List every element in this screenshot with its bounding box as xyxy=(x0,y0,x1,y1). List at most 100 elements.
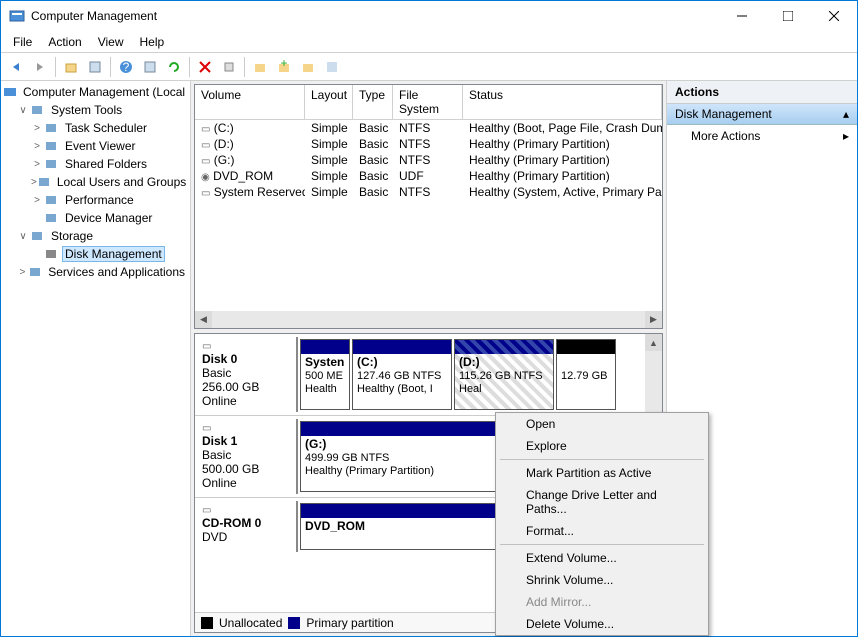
tree-item[interactable]: ∨ Storage xyxy=(3,227,188,245)
disk-icon: ▭ xyxy=(202,423,292,434)
menu-action[interactable]: Action xyxy=(40,33,89,51)
tree-label: System Tools xyxy=(48,103,125,117)
expand-icon[interactable]: > xyxy=(17,267,28,278)
tree-label: Local Users and Groups xyxy=(54,175,189,189)
context-item[interactable]: Delete Volume... xyxy=(496,613,708,635)
tree-label: Performance xyxy=(62,193,137,207)
partition-body: 12.79 GB xyxy=(557,354,615,385)
partition-header xyxy=(455,340,553,354)
menubar: File Action View Help xyxy=(1,31,857,53)
volume-row[interactable]: ▭ System ReservedSimpleBasicNTFSHealthy … xyxy=(195,184,662,200)
context-item[interactable]: Change Drive Letter and Paths... xyxy=(496,484,708,520)
disk-icon: ▭ xyxy=(202,341,292,352)
svg-text:+: + xyxy=(280,60,287,70)
navigation-tree[interactable]: Computer Management (Local ∨ System Tools… xyxy=(1,81,191,636)
expand-icon[interactable]: > xyxy=(31,159,43,170)
tree-item[interactable]: > Performance xyxy=(3,191,188,209)
context-item[interactable]: Open xyxy=(496,413,708,435)
maximize-button[interactable] xyxy=(765,1,811,31)
partition[interactable]: (D:)115.26 GB NTFSHeal xyxy=(454,339,554,410)
tree-item[interactable]: ∨ System Tools xyxy=(3,101,188,119)
tree-label: Task Scheduler xyxy=(62,121,150,135)
context-item: Add Mirror... xyxy=(496,591,708,613)
forward-button[interactable] xyxy=(29,56,51,78)
tree-item[interactable]: Disk Management xyxy=(3,245,188,263)
context-menu[interactable]: OpenExplore Mark Partition as ActiveChang… xyxy=(495,412,709,636)
partition[interactable]: 12.79 GB xyxy=(556,339,616,410)
action3-icon[interactable] xyxy=(297,56,319,78)
menu-view[interactable]: View xyxy=(90,33,132,51)
context-item[interactable]: Format... xyxy=(496,520,708,542)
volume-hscroll[interactable]: ◀▶ xyxy=(195,311,662,328)
action1-icon[interactable] xyxy=(249,56,271,78)
menu-help[interactable]: Help xyxy=(132,33,173,51)
volume-row[interactable]: ▭ (C:)SimpleBasicNTFSHealthy (Boot, Page… xyxy=(195,120,662,136)
tree-item[interactable]: >Event Viewer xyxy=(3,137,188,155)
partition[interactable]: (C:)127.46 GB NTFSHealthy (Boot, I xyxy=(352,339,452,410)
col-layout[interactable]: Layout xyxy=(305,85,353,119)
context-item[interactable]: Mark Partition as Active xyxy=(496,462,708,484)
more-actions[interactable]: More Actions ▸ xyxy=(667,125,857,147)
up-icon[interactable] xyxy=(60,56,82,78)
legend-unallocated-swatch xyxy=(201,617,213,629)
expand-icon[interactable]: ∨ xyxy=(17,231,29,242)
context-item[interactable]: Extend Volume... xyxy=(496,547,708,569)
tree-item[interactable]: > Services and Applications xyxy=(3,263,188,281)
back-button[interactable] xyxy=(5,56,27,78)
delete-icon[interactable] xyxy=(194,56,216,78)
expand-icon[interactable]: > xyxy=(31,195,43,206)
tree-root[interactable]: Computer Management (Local xyxy=(20,85,188,99)
drive-icon: ▭ xyxy=(201,140,210,151)
disk-info: ▭Disk 0Basic256.00 GBOnline xyxy=(198,337,298,412)
node-icon xyxy=(29,228,45,244)
partition[interactable]: Systen500 MEHealth xyxy=(300,339,350,410)
expand-icon[interactable]: > xyxy=(31,141,43,152)
volume-row[interactable]: ▭ (G:)SimpleBasicNTFSHealthy (Primary Pa… xyxy=(195,152,662,168)
tree-label: Services and Applications xyxy=(45,265,188,279)
tree-item[interactable]: >Local Users and Groups xyxy=(3,173,188,191)
disk-row[interactable]: ▭Disk 0Basic256.00 GBOnlineSysten500 MEH… xyxy=(195,334,645,416)
partition-header xyxy=(557,340,615,354)
volume-header[interactable]: Volume Layout Type File System Status xyxy=(195,85,662,120)
view-icon[interactable] xyxy=(139,56,161,78)
menu-file[interactable]: File xyxy=(5,33,40,51)
partition-body: (D:)115.26 GB NTFSHeal xyxy=(455,354,553,398)
drive-icon: ▭ xyxy=(201,124,210,135)
disk-info: ▭CD-ROM 0DVD xyxy=(198,501,298,552)
context-item[interactable]: Explore xyxy=(496,435,708,457)
minimize-button[interactable] xyxy=(719,1,765,31)
col-volume[interactable]: Volume xyxy=(195,85,305,119)
partition-body: (C:)127.46 GB NTFSHealthy (Boot, I xyxy=(353,354,451,398)
volume-row[interactable]: ◉ DVD_ROMSimpleBasicUDFHealthy (Primary … xyxy=(195,168,662,184)
action2-icon[interactable]: + xyxy=(273,56,295,78)
properties-icon[interactable] xyxy=(84,56,106,78)
col-type[interactable]: Type xyxy=(353,85,393,119)
tree-item[interactable]: Device Manager xyxy=(3,209,188,227)
partition-body: Systen500 MEHealth xyxy=(301,354,349,398)
volume-list[interactable]: Volume Layout Type File System Status ▭ … xyxy=(194,84,663,329)
refresh-icon[interactable] xyxy=(163,56,185,78)
context-separator xyxy=(500,544,704,545)
legend-unallocated: Unallocated xyxy=(219,616,282,630)
col-status[interactable]: Status xyxy=(463,85,662,119)
close-button[interactable] xyxy=(811,1,857,31)
col-filesystem[interactable]: File System xyxy=(393,85,463,119)
expand-icon[interactable]: > xyxy=(31,123,43,134)
partition-header xyxy=(301,340,349,354)
tree-item[interactable]: >Shared Folders xyxy=(3,155,188,173)
titlebar[interactable]: Computer Management xyxy=(1,1,857,31)
collapse-icon: ▴ xyxy=(843,107,849,121)
chevron-right-icon: ▸ xyxy=(843,129,849,143)
node-icon xyxy=(43,246,59,262)
expand-icon[interactable]: ∨ xyxy=(17,105,29,116)
tree-label: Storage xyxy=(48,229,96,243)
tree-item[interactable]: > Task Scheduler xyxy=(3,119,188,137)
actions-section[interactable]: Disk Management ▴ xyxy=(667,104,857,125)
action4-icon[interactable] xyxy=(321,56,343,78)
node-icon xyxy=(37,174,51,190)
volume-row[interactable]: ▭ (D:)SimpleBasicNTFSHealthy (Primary Pa… xyxy=(195,136,662,152)
help-icon[interactable]: ? xyxy=(115,56,137,78)
settings-icon[interactable] xyxy=(218,56,240,78)
legend-primary-swatch xyxy=(288,617,300,629)
context-item[interactable]: Shrink Volume... xyxy=(496,569,708,591)
